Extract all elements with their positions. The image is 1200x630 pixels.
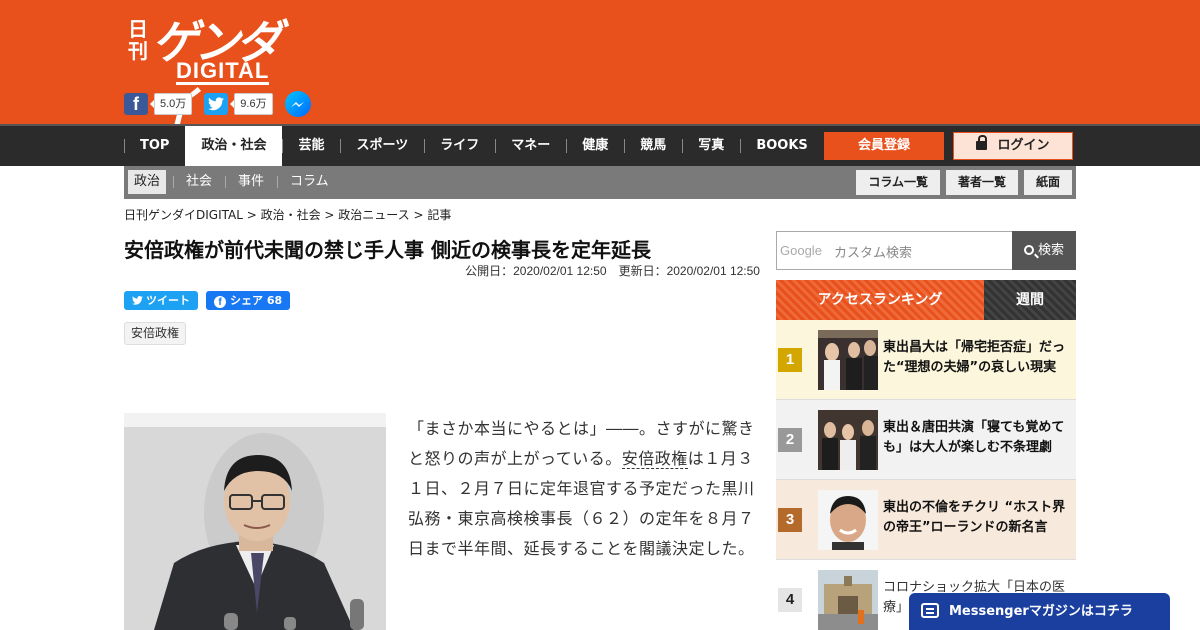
rank-thumbnail[interactable] [818,410,878,470]
subnav-button[interactable]: 紙面 [1023,170,1072,195]
site-logo[interactable]: 日刊 ゲンダイ DIGITAL [126,8,306,135]
sub-nav-list: 政治 社会 事件 コラム [128,170,349,194]
tab-access-ranking[interactable]: アクセスランキング [776,280,984,320]
main-nav-list: TOP 政治・社会 芸能 スポーツ ライフ マネー 健康 競馬 写真 BOOKS [124,126,824,166]
search-button[interactable]: 検索 [1012,231,1076,270]
ranking-tabs: アクセスランキング 週間 [776,280,1076,320]
rank-title[interactable]: 東出昌大は「帰宅拒否症」だった“理想の夫婦”の哀しい現実 [883,338,1071,378]
logo-nikkan: 日刊 [128,17,148,63]
ranking-item[interactable]: 3 東出の不倫をチクリ “ホスト界の帝王”ローランドの新名言 [776,480,1076,560]
facebook-count: 5.0万 [149,93,193,115]
login-button[interactable]: ログイン [953,132,1073,160]
chat-icon [921,603,939,618]
twitter-icon[interactable] [204,93,229,115]
facebook-icon[interactable]: f [124,93,148,115]
nav-item[interactable]: 競馬 [624,126,682,166]
page: 日刊 ゲンダイ DIGITAL f 5.0万 9.6万 TOP政治・社会芸能スポ… [0,0,1200,630]
rank-title[interactable]: 東出の不倫をチクリ “ホスト界の帝王”ローランドの新名言 [883,498,1071,538]
facebook-share-button[interactable]: f シェア 68 [206,291,291,310]
nav-item[interactable]: マネー [495,126,566,166]
body-tag-link[interactable]: 安倍政権 [621,449,688,469]
messenger-icon[interactable] [284,91,311,117]
site-header: 日刊 ゲンダイ DIGITAL f 5.0万 9.6万 [0,0,1200,135]
article-tag[interactable]: 安倍政権 [124,322,187,345]
facebook-icon: f [214,296,226,308]
register-button[interactable]: 会員登録 [824,132,944,160]
tweet-button[interactable]: ツイート [124,291,198,310]
tab-weekly[interactable]: 週間 [984,280,1076,320]
social-follow: f 5.0万 9.6万 [124,91,311,117]
share-label: シェア 68 [230,294,283,307]
breadcrumb[interactable]: 日刊ゲンダイDIGITAL > 政治・社会 > 政治ニュース > 記事 [124,206,451,223]
sub-nav-buttons: コラム一覧 著者一覧 紙面 [856,170,1072,195]
rank-number: 3 [778,508,802,532]
updated-date: 更新日：2020/02/01 12:50 [618,264,760,278]
search-box: Google カスタム検索 検索 [776,231,1076,270]
nav-item[interactable]: ライフ [424,126,495,166]
article-title: 安倍政権が前代未聞の禁じ手人事 側近の検事長を定年延長 [124,238,651,262]
nav-item[interactable]: 健康 [566,126,624,166]
nav-item[interactable]: BOOKS [740,126,823,166]
subnav-item[interactable]: 社会 [180,170,227,194]
search-button-label: 検索 [1037,243,1064,258]
twitter-icon [132,296,143,305]
messenger-label: Messengerマガジンはコチラ [949,604,1133,619]
nav-item[interactable]: 写真 [682,126,740,166]
rank-number: 1 [778,348,802,372]
nav-item[interactable]: スポーツ [340,126,424,166]
published-date: 公開日：2020/02/01 12:50 [465,264,607,278]
rank-thumbnail[interactable] [818,570,878,630]
subnav-item[interactable]: コラム [284,170,335,194]
logo-digital: DIGITAL [176,58,270,85]
lock-icon [976,135,988,150]
subnav-button[interactable]: コラム一覧 [856,170,940,195]
messenger-magazine-button[interactable]: Messengerマガジンはコチラ [909,593,1170,630]
rank-title[interactable]: 東出＆唐田共演「寝ても覚めても」は大人が楽しむ不条理劇 [883,418,1071,458]
nav-item[interactable]: 政治・社会 [185,126,283,166]
search-placeholder: カスタム検索 [834,246,913,261]
rank-thumbnail[interactable] [818,490,878,550]
tweet-label: ツイート [146,294,190,307]
ranking-item[interactable]: 1 東出昌大は「帰宅拒否症」だった“理想の夫婦”の哀しい現実 [776,320,1076,400]
login-label: ログイン [997,138,1050,153]
twitter-count: 9.6万 [230,93,273,115]
nav-item[interactable]: TOP [124,126,185,166]
subnav-item[interactable]: 事件 [232,170,279,194]
rank-number: 4 [778,588,802,612]
subnav-item[interactable]: 政治 [128,170,175,194]
share-buttons: ツイート f シェア 68 [124,291,291,310]
ranking-item[interactable]: 2 東出＆唐田共演「寝ても覚めても」は大人が楽しむ不条理劇 [776,400,1076,480]
article-body: 「まさか本当にやるとは」――。さすがに驚きと怒りの声が上がっている。安倍政権は１… [408,414,760,564]
subnav-button[interactable]: 著者一覧 [945,170,1018,195]
rank-thumbnail[interactable] [818,330,878,390]
article-dates: 公開日：2020/02/01 12:50 更新日：2020/02/01 12:50 [124,262,760,279]
search-brand: Google [780,243,822,258]
search-icon [1023,245,1034,255]
rank-number: 2 [778,428,802,452]
sub-nav: 政治 社会 事件 コラム コラム一覧 著者一覧 紙面 [124,166,1076,199]
nav-item[interactable]: 芸能 [282,126,340,166]
main-nav: TOP 政治・社会 芸能 スポーツ ライフ マネー 健康 競馬 写真 BOOKS 会員登録 ログイ… [0,124,1200,166]
article-photo [124,413,386,630]
